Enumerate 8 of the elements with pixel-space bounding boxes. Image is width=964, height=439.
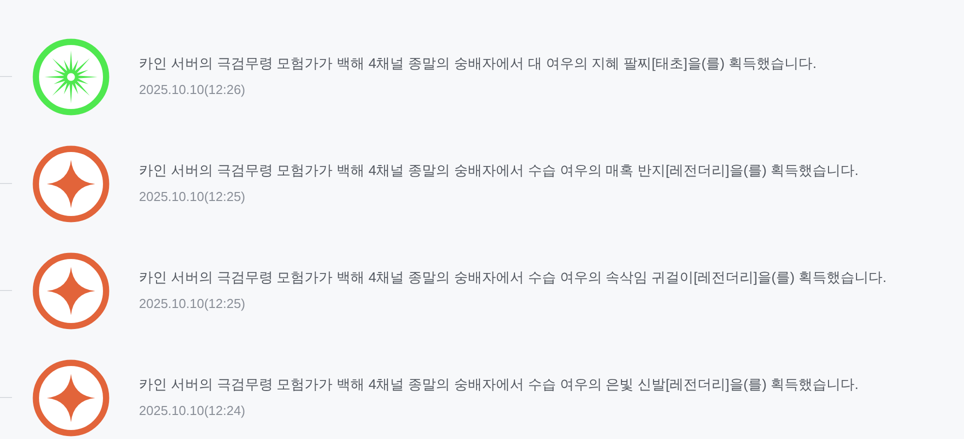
- activity-message: 카인 서버의 극검무령 모험가가 백해 4채널 종말의 숭배자에서 수습 여우의 은빛 신발[레전더리]을(를) 획득했습니다.: [139, 375, 858, 394]
- timestamp: 2025.10.10(12:25): [139, 188, 246, 206]
- timestamp: 2025.10.10(12:25): [139, 295, 246, 314]
- timestamp: 2025.10.10(12:24): [139, 402, 246, 420]
- timestamp: 2025.10.10(12:26): [139, 81, 246, 100]
- activity-message: 카인 서버의 극검무령 모험가가 백해 4채널 종말의 숭배자에서 수습 여우의 속삭임 귀걸이[레전더리]을(를) 획득했습니다.: [139, 268, 886, 288]
- activity-message: 카인 서버의 극검무령 모험가가 백해 4채널 종말의 숭배자에서 수습 여우의 매혹 반지[레전더리]을(를) 획득했습니다.: [139, 161, 858, 180]
- activity-message: 카인 서버의 극검무령 모험가가 백해 4채널 종말의 숭배자에서 대 여우의 지혜 팔찌[태초]을(를) 획득했습니다.: [139, 54, 816, 74]
